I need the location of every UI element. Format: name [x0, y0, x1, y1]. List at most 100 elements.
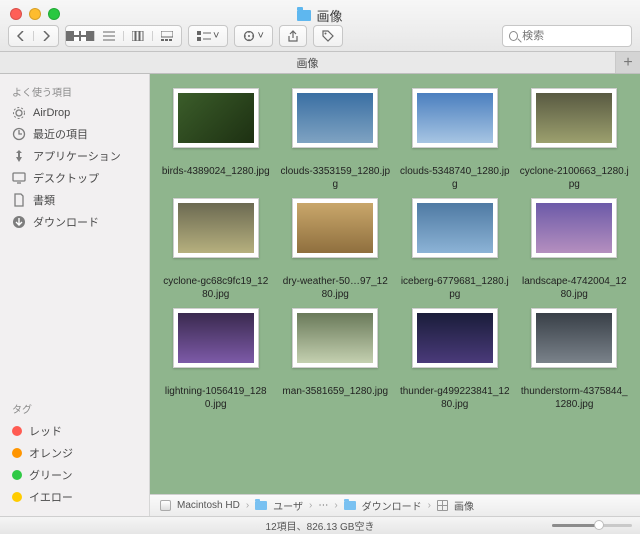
- sidebar-item-label: グリーン: [29, 467, 72, 483]
- sidebar-item-label: 最近の項目: [33, 126, 88, 142]
- file-name-label: thunderstorm-4375844_1280.jpg: [519, 386, 629, 412]
- tag-dot-icon: [12, 426, 22, 436]
- path-bar: Macintosh HD › ユーザ › ⋯ › ダウンロード › 画像: [150, 494, 640, 516]
- file-name-label: cyclone-2100663_1280.jpg: [519, 166, 629, 192]
- file-thumbnail: [412, 308, 498, 368]
- file-item[interactable]: landscape-4742004_1280.jpg: [517, 198, 633, 302]
- nav-back-forward: [8, 25, 59, 47]
- file-thumbnail: [292, 308, 378, 368]
- sidebar-item-label: ダウンロード: [33, 214, 99, 230]
- path-seg[interactable]: 画像: [454, 498, 474, 513]
- sidebar-item-applications[interactable]: アプリケーション: [0, 145, 149, 167]
- action-menu[interactable]: ˅: [234, 25, 272, 47]
- view-columns[interactable]: [123, 31, 152, 41]
- file-thumbnail: [531, 308, 617, 368]
- file-item[interactable]: lightning-1056419_1280.jpg: [158, 308, 274, 412]
- file-name-label: lightning-1056419_1280.jpg: [161, 386, 271, 412]
- sidebar-item-label: レッド: [29, 423, 62, 439]
- search-field[interactable]: [502, 25, 632, 47]
- search-input[interactable]: [522, 30, 625, 42]
- file-item[interactable]: clouds-5348740_1280.jpg: [397, 88, 513, 192]
- sidebar-item-label: アプリケーション: [33, 148, 121, 164]
- disk-icon: [160, 500, 171, 511]
- icon-grid: birds-4389024_1280.jpg clouds-3353159_128…: [158, 88, 632, 412]
- documents-icon: [12, 193, 26, 207]
- sidebar-item-label: イエロー: [29, 489, 73, 505]
- view-gallery[interactable]: [152, 31, 181, 41]
- view-list[interactable]: [94, 31, 123, 41]
- file-item[interactable]: iceberg-6779681_1280.jpg: [397, 198, 513, 302]
- titlebar: 画像 ˅ ˅: [0, 0, 640, 52]
- folder-icon: [297, 10, 311, 21]
- sidebar-tag[interactable]: レッド: [0, 420, 149, 442]
- sidebar: よく使う項目 AirDrop 最近の項目アプリケーションデスクトップ書類ダウンロー…: [0, 74, 150, 516]
- search-icon: [509, 31, 518, 41]
- tag-dot-icon: [12, 448, 22, 458]
- sidebar-tag[interactable]: グリーン: [0, 464, 149, 486]
- file-item[interactable]: cyclone-gc68c9fc19_1280.jpg: [158, 198, 274, 302]
- airdrop-icon: [12, 106, 26, 120]
- view-switcher: [65, 25, 182, 47]
- file-thumbnail: [292, 88, 378, 148]
- sidebar-item-desktop[interactable]: デスクトップ: [0, 167, 149, 189]
- desktop-icon: [12, 171, 26, 185]
- tag-dot-icon: [12, 470, 22, 480]
- file-item[interactable]: birds-4389024_1280.jpg: [158, 88, 274, 192]
- file-name-label: iceberg-6779681_1280.jpg: [400, 276, 510, 302]
- file-name-label: clouds-3353159_1280.jpg: [280, 166, 390, 192]
- path-seg[interactable]: ユーザ: [273, 498, 303, 513]
- share-button[interactable]: [279, 25, 307, 47]
- sidebar-item-documents[interactable]: 書類: [0, 189, 149, 211]
- file-item[interactable]: man-3581659_1280.jpg: [278, 308, 394, 412]
- file-thumbnail: [531, 198, 617, 258]
- file-thumbnail: [173, 308, 259, 368]
- file-thumbnail: [173, 88, 259, 148]
- applications-icon: [12, 149, 26, 163]
- nav-back[interactable]: [9, 31, 33, 41]
- folder-icon: [255, 501, 267, 510]
- tag-dot-icon: [12, 492, 22, 502]
- file-name-label: dry-weather-50…97_1280.jpg: [280, 276, 390, 302]
- status-bar: 12項目、826.13 GB空き: [0, 516, 640, 534]
- file-name-label: clouds-5348740_1280.jpg: [400, 166, 510, 192]
- sidebar-item-recents[interactable]: 最近の項目: [0, 123, 149, 145]
- status-text: 12項目、826.13 GB空き: [266, 518, 375, 533]
- file-item[interactable]: clouds-3353159_1280.jpg: [278, 88, 394, 192]
- path-seg[interactable]: Macintosh HD: [177, 500, 240, 511]
- window-title-text: 画像: [316, 6, 342, 25]
- sidebar-item-label: オレンジ: [29, 445, 73, 461]
- sidebar-item-airdrop[interactable]: AirDrop: [0, 103, 149, 123]
- sidebar-tag[interactable]: オレンジ: [0, 442, 149, 464]
- path-ellipsis[interactable]: ⋯: [318, 500, 328, 511]
- file-name-label: man-3581659_1280.jpg: [282, 386, 388, 412]
- sidebar-header-tags: タグ: [0, 399, 149, 420]
- tab-bar: 画像 +: [0, 52, 640, 74]
- zoom-slider[interactable]: [552, 520, 632, 530]
- file-name-label: cyclone-gc68c9fc19_1280.jpg: [161, 276, 271, 302]
- new-tab-button[interactable]: +: [616, 52, 640, 73]
- file-item[interactable]: cyclone-2100663_1280.jpg: [517, 88, 633, 192]
- sidebar-tag[interactable]: イエロー: [0, 486, 149, 508]
- sidebar-item-downloads[interactable]: ダウンロード: [0, 211, 149, 233]
- tab-active[interactable]: 画像: [0, 52, 616, 73]
- file-name-label: thunder-g499223841_1280.jpg: [400, 386, 510, 412]
- path-seg[interactable]: ダウンロード: [362, 498, 422, 513]
- icon-grid-scroll[interactable]: birds-4389024_1280.jpg clouds-3353159_128…: [150, 74, 640, 494]
- sidebar-header-favorites: よく使う項目: [0, 82, 149, 103]
- view-icons[interactable]: [66, 31, 94, 41]
- sidebar-item-label: AirDrop: [33, 107, 70, 119]
- tags-button[interactable]: [313, 25, 343, 47]
- nav-forward[interactable]: [33, 31, 58, 41]
- file-name-label: birds-4389024_1280.jpg: [162, 166, 270, 192]
- file-item[interactable]: dry-weather-50…97_1280.jpg: [278, 198, 394, 302]
- group-button[interactable]: ˅: [189, 30, 227, 42]
- file-item[interactable]: thunderstorm-4375844_1280.jpg: [517, 308, 633, 412]
- content-area: birds-4389024_1280.jpg clouds-3353159_128…: [150, 74, 640, 516]
- sidebar-item-label: 書類: [33, 192, 55, 208]
- window-title: 画像: [0, 6, 640, 25]
- file-item[interactable]: thunder-g499223841_1280.jpg: [397, 308, 513, 412]
- file-thumbnail: [292, 198, 378, 258]
- file-thumbnail: [412, 198, 498, 258]
- group-arrange: ˅: [188, 25, 228, 47]
- grid-icon: [437, 500, 448, 511]
